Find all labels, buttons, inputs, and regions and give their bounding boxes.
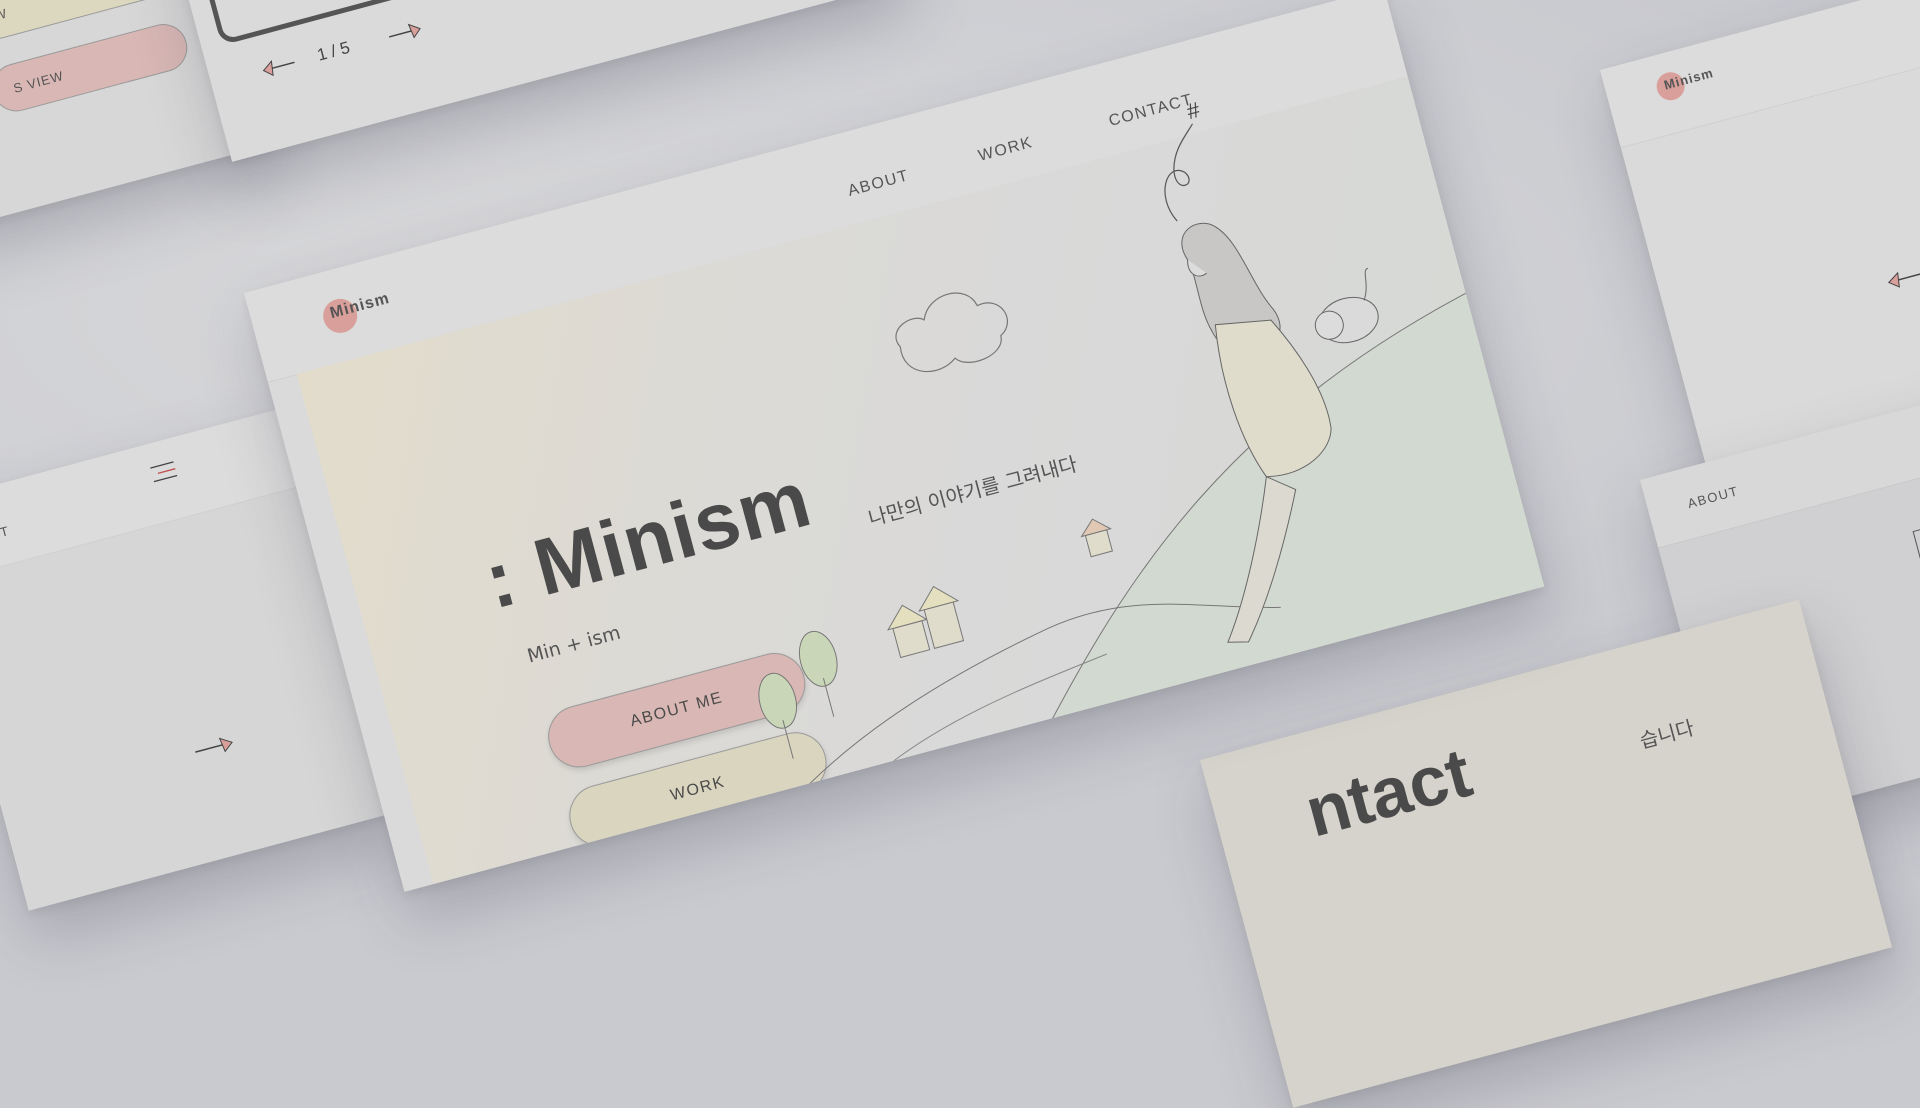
logo[interactable]: Minism	[319, 288, 392, 337]
work-button-label: WORK	[668, 773, 727, 805]
logo-text: Minism	[328, 289, 392, 323]
hero-tagline: Min + ism	[525, 621, 623, 668]
pill-button-sview[interactable]: S VIEW	[0, 18, 193, 117]
next-arrow-icon[interactable]	[383, 18, 428, 52]
houses-group	[887, 518, 1113, 659]
squiggle-line	[1164, 123, 1194, 222]
trees-group	[758, 630, 838, 759]
about-me-button-label: ABOUT ME	[628, 689, 725, 731]
pill-label: S VIEW	[11, 67, 66, 96]
prev-arrow-icon[interactable]	[257, 52, 302, 86]
cloud-shape	[895, 292, 1008, 373]
frame-box	[194, 0, 522, 46]
logo-text: Minism	[1662, 65, 1716, 93]
next-arrow-icon[interactable]	[191, 732, 240, 767]
nav-link-contact[interactable]: NTACT	[0, 523, 11, 550]
nav-link-about[interactable]: ABOUT	[1686, 483, 1740, 511]
pager-indicator: 1 / 5	[315, 37, 352, 65]
logo[interactable]: Minism	[1653, 63, 1715, 104]
cat-figure	[1314, 267, 1379, 344]
hamburger-menu-icon[interactable]	[147, 457, 183, 492]
pill-label: W	[0, 4, 9, 23]
contact-subtitle: 습니다	[1637, 715, 1697, 754]
contact-title: ntact	[1297, 733, 1480, 852]
prev-arrow-icon[interactable]	[1882, 262, 1920, 297]
frame-box	[1912, 453, 1920, 823]
hash-doodle: #	[1184, 97, 1203, 125]
